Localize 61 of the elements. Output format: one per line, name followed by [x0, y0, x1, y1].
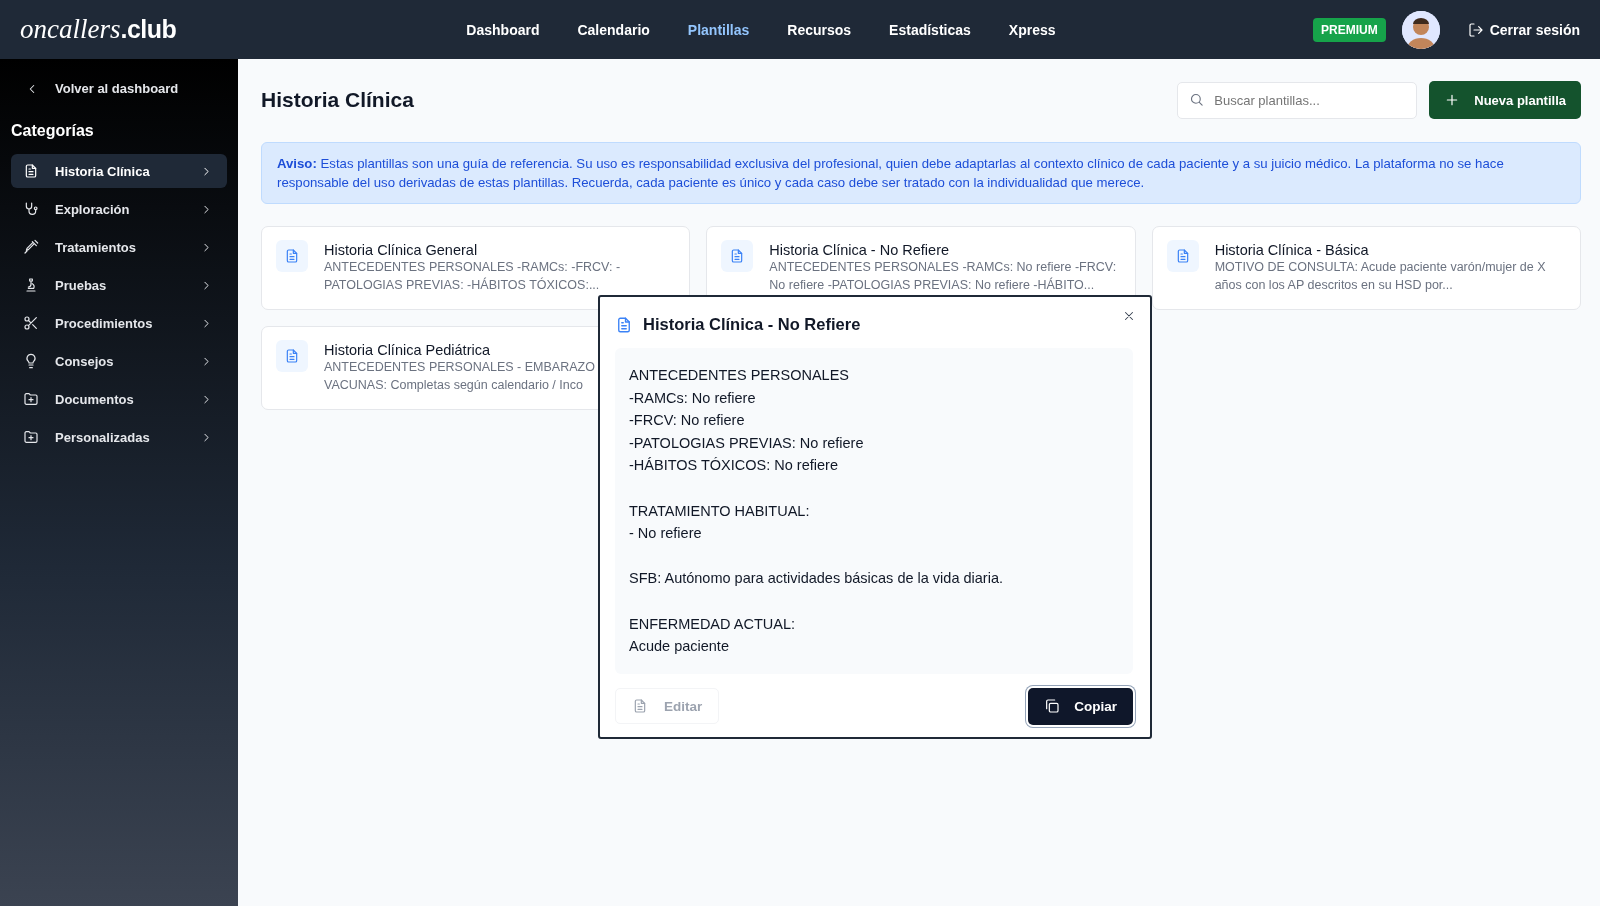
card-description: ANTECEDENTES PERSONALES -RAMCs: No refiere -FRCV: [769, 259, 1117, 276]
premium-badge: PREMIUM [1313, 17, 1386, 42]
nav-link[interactable]: Estadísticas [889, 21, 971, 38]
lightbulb-icon [23, 353, 39, 369]
sidebar-heading: Categorías [11, 122, 95, 140]
content-line: - No refiere [629, 524, 702, 544]
nav-link[interactable]: Dashboard [466, 21, 540, 38]
card-description: ANTECEDENTES PERSONALES -RAMCs: -FRCV: - [324, 259, 621, 276]
sidebar-item[interactable]: Procedimientos [11, 306, 227, 340]
content-line: TRATAMIENTO HABITUAL: [629, 501, 810, 521]
search-field[interactable]: Buscar plantillas... [1177, 81, 1418, 119]
document-icon [284, 248, 300, 264]
sidebar-item[interactable]: Pruebas [11, 268, 227, 302]
copy-button[interactable]: Copiar [1028, 687, 1133, 725]
sidebar-item[interactable]: Tratamientos [11, 230, 227, 264]
nav-link[interactable]: Xpress [1008, 21, 1056, 38]
copy-icon [1044, 698, 1061, 715]
sidebar-item[interactable]: Documentos [11, 382, 227, 416]
content-line: Acude paciente [629, 637, 729, 657]
card-title: Historia Clínica General [324, 242, 479, 258]
syringe-icon [23, 239, 39, 255]
stethoscope-icon [23, 201, 39, 217]
back-link[interactable]: Volver al dashboard [11, 71, 227, 106]
card-description: MOTIVO DE CONSULTA: Acude paciente varón/mujer de X [1214, 259, 1546, 276]
sidebar-item[interactable]: Historia Clínica [11, 154, 227, 188]
content-line: -FRCV: No refiere [629, 411, 745, 431]
content-line: -HÁBITOS TÓXICOS: No refiere [629, 456, 838, 476]
avatar[interactable] [1401, 10, 1440, 49]
sidebar-item[interactable]: Exploración [11, 192, 227, 226]
nav-link[interactable]: Calendario [577, 21, 650, 38]
card-title: Historia Clínica - No Refiere [769, 242, 951, 258]
page-title: Historia Clínica [261, 88, 415, 112]
notice-text: Aviso: Estas plantillas son una guía de referencia. Su uso es responsabilidad exclusiva del profesional, quien debe adaptarlas al contexto clínico de cada paciente y a su juicio médico. La plataforma no se hace responsable del uso derivadas de estas plantillas. Recuerda, cada paciente es único y cada caso debe ser tratado con la individualidad que merece. [261, 142, 1581, 204]
nav-link[interactable]: Plantillas [687, 21, 750, 38]
sidebar-item[interactable]: Consejos [11, 344, 227, 378]
document-icon [284, 348, 300, 364]
card-title: Historia Clínica - Básica [1214, 242, 1370, 258]
scissors-icon [23, 315, 39, 331]
content-line: -PATOLOGIAS PREVIAS: No refiere [629, 433, 864, 453]
folder-plus-icon [23, 429, 39, 445]
new-template-button[interactable]: Nueva plantilla [1429, 81, 1581, 119]
folder-plus-icon [23, 391, 39, 407]
close-icon [1122, 309, 1136, 323]
template-card[interactable]: Historia Clínica General ANTECEDENTES PERSONALES -RAMCs: -FRCV: - PATOLOGIAS PREVIAS: -HÁBITOS TÓXICOS:... [261, 226, 691, 310]
card-description: VACUNAS: Completas según calendario / Inco [324, 377, 584, 394]
sidebar-item[interactable]: Personalizadas [11, 420, 227, 454]
nav-link[interactable]: Recursos [787, 21, 852, 38]
document-icon [632, 698, 648, 715]
template-card[interactable]: Historia Clínica - Básica MOTIVO DE CONSULTA: Acude paciente varón/mujer de X años con los AP descritos en su HSD por... [1151, 226, 1581, 310]
card-description: PATOLOGIAS PREVIAS: -HÁBITOS TÓXICOS:... [324, 276, 601, 294]
card-title: Historia Clínica Pediátrica [324, 342, 491, 358]
card-description: ANTECEDENTES PERSONALES - EMBARAZO [324, 359, 595, 376]
card-description: años con los AP descritos en su HSD por... [1214, 277, 1454, 294]
logout-icon [1467, 21, 1484, 38]
card-description: No refiere -PATOLOGIAS PREVIAS: No refiere -HÁBITO... [769, 276, 1096, 294]
logout-button[interactable]: Cerrar sesión [1467, 21, 1580, 38]
content-line: ENFERMEDAD ACTUAL: [629, 614, 795, 634]
document-icon [23, 163, 39, 179]
content-line: SFB: Autónomo para actividades básicas de la vida diaria. [629, 569, 1003, 589]
document-icon [615, 315, 633, 334]
logo[interactable]: oncallers.club [20, 14, 177, 45]
